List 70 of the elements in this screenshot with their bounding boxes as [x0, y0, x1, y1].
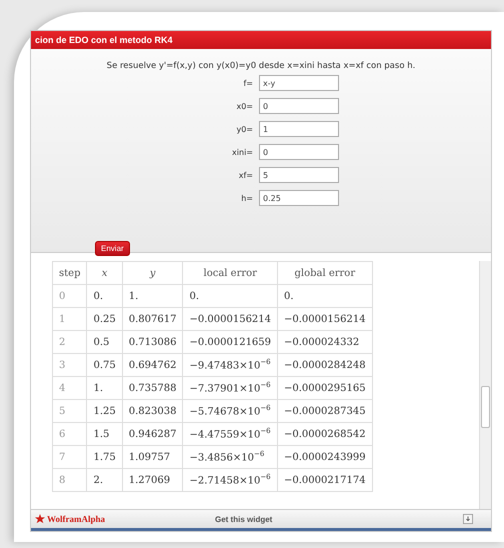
table-cell: 1.5: [86, 422, 122, 446]
table-cell: 5: [52, 400, 87, 422]
table-cell: 7: [52, 446, 87, 468]
table-cell: 2.: [86, 468, 122, 492]
input-field[interactable]: 1: [259, 121, 339, 137]
scrollbar[interactable]: [479, 261, 491, 509]
column-header: x: [86, 262, 122, 284]
logo-star-icon: [35, 514, 45, 524]
submit-button[interactable]: Enviar: [95, 241, 130, 256]
input-field[interactable]: 0: [259, 144, 339, 160]
column-header: global error: [278, 262, 372, 284]
table-cell: 0.713086: [122, 330, 183, 354]
table-cell: 1: [52, 308, 87, 330]
description-text: Se resuelve y'=f(x,y) con y(x0)=y0 desde x=xini hasta x=xf con paso h.: [106, 61, 416, 71]
table-cell: 4: [52, 376, 87, 400]
table-cell: 0.: [86, 284, 122, 308]
field-label: f=: [242, 78, 253, 88]
field-label: xini=: [231, 148, 253, 156]
column-header: y: [122, 262, 183, 284]
table-cell: −2.71458×10$^{−6}$: [182, 468, 278, 492]
table-cell: −9.47483×10$^{−6}$: [182, 354, 278, 376]
logo-text: WolframAlpha: [47, 514, 106, 524]
table-cell: 0.735788: [122, 376, 183, 400]
column-header: local error: [182, 262, 278, 284]
table-cell: 1.09757: [122, 446, 183, 468]
table-cell: −0.0000284248: [278, 354, 372, 376]
table-cell: 1.: [122, 284, 183, 308]
table-cell: 8: [52, 468, 87, 492]
field-label: x0=: [235, 102, 253, 110]
table-cell: −0.0000156214: [278, 308, 372, 330]
table-cell: −3.4856×10$^{−6}$: [182, 446, 278, 468]
table-cell: 1.: [86, 376, 122, 400]
table-cell: 0.75: [86, 354, 122, 376]
field-label: h=: [240, 194, 253, 202]
table-cell: −0.0000268542: [278, 422, 372, 446]
input-field[interactable]: 0: [259, 98, 339, 114]
table-cell: 0.25: [86, 308, 122, 330]
table-cell: 1.25: [86, 400, 122, 422]
table-cell: −5.74678×10$^{−6}$: [182, 400, 278, 422]
input-field[interactable]: 5: [259, 167, 339, 183]
field-label: xf=: [238, 170, 253, 180]
widget-title: cion de EDO con el metodo RK4: [35, 35, 173, 45]
table-cell: 0.807617: [122, 308, 183, 330]
table-cell: −0.0000121659: [182, 330, 278, 354]
table-cell: 0.5: [86, 330, 122, 354]
get-widget-link[interactable]: Get this widget: [215, 514, 463, 524]
download-icon[interactable]: [463, 514, 473, 524]
input-field[interactable]: x-y: [259, 75, 339, 91]
table-cell: −0.0000287345: [278, 400, 372, 422]
table-cell: −7.37901×10$^{−6}$: [182, 376, 278, 400]
table-cell: −0.0000295165: [278, 376, 372, 400]
table-cell: 1.75: [86, 446, 122, 468]
table-cell: −4.47559×10$^{−6}$: [182, 422, 278, 446]
table-cell: 0.: [278, 284, 372, 308]
table-cell: 6: [52, 422, 87, 446]
table-cell: 3: [52, 354, 87, 376]
table-cell: −0.0000243999: [278, 446, 372, 468]
table-cell: −0.0000156214: [182, 308, 278, 330]
table-cell: 0.694762: [122, 354, 183, 376]
column-header: step: [52, 262, 87, 284]
input-field[interactable]: 0.25: [259, 190, 339, 206]
table-cell: 2: [52, 330, 87, 354]
table-cell: 0.: [182, 284, 278, 308]
table-cell: −0.0000217174: [278, 468, 372, 492]
table-cell: 0: [52, 284, 87, 308]
table-cell: −0.000024332: [278, 330, 372, 354]
field-label: y0=: [235, 124, 253, 134]
table-cell: 0.946287: [122, 422, 183, 446]
table-cell: 1.27069: [122, 468, 183, 492]
table-cell: 0.823038: [122, 400, 183, 422]
